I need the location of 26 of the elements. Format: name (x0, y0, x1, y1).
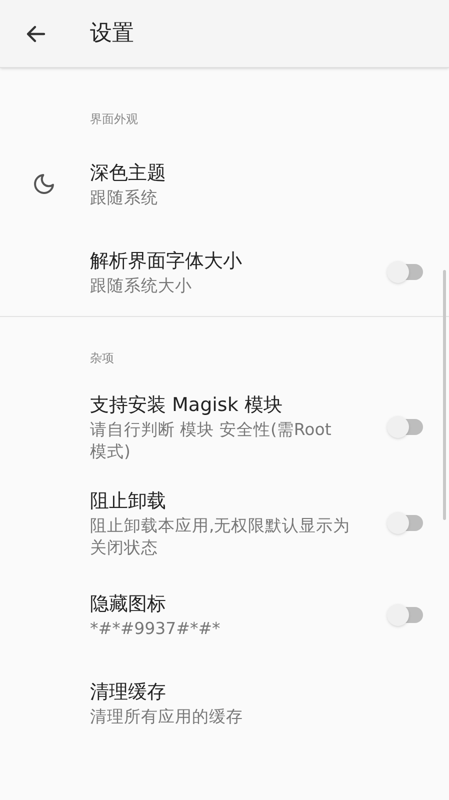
moon-icon (32, 172, 56, 196)
app-bar-title: 设置 (90, 20, 134, 48)
item-title: 深色主题 (90, 161, 167, 186)
toggle-switch[interactable] (386, 512, 424, 534)
item-title: 清理缓存 (90, 680, 167, 705)
item-title: 阻止卸载 (90, 489, 167, 514)
settings-item[interactable]: 隐藏图标 *#*#9937#*#* (0, 571, 449, 659)
item-title: 隐藏图标 (90, 592, 167, 617)
section-header: 杂项 (90, 351, 114, 365)
settings-item[interactable]: 清理缓存 清理所有应用的缓存 (0, 659, 449, 747)
item-subtitle: 跟随系统大小 (90, 275, 193, 297)
toggle-switch[interactable] (386, 261, 424, 283)
toggle-switch[interactable] (386, 604, 424, 626)
item-subtitle: *#*#9937#*#* (90, 618, 222, 640)
settings-item[interactable]: 支持安装 Magisk 模块 请自行判断 模块 安全性(需Root 模式) (0, 379, 449, 475)
toggle-switch[interactable] (386, 416, 424, 438)
item-subtitle: 跟随系统 (90, 187, 159, 209)
item-subtitle: 清理所有应用的缓存 (90, 706, 244, 728)
settings-item[interactable]: 深色主题 跟随系统 (0, 140, 449, 228)
item-title: 解析界面字体大小 (90, 249, 243, 274)
settings-item[interactable]: 解析界面字体大小 跟随系统大小 (0, 228, 449, 316)
item-subtitle: 阻止卸载本应用,无权限默认显示为关闭状态 (90, 515, 352, 559)
item-title: 支持安装 Magisk 模块 (90, 393, 284, 418)
item-subtitle: 请自行判断 模块 安全性(需Root 模式) (90, 419, 332, 463)
settings-item[interactable]: 阻止卸载 阻止卸载本应用,无权限默认显示为关闭状态 (0, 475, 449, 571)
section-header: 界面外观 (90, 112, 138, 126)
